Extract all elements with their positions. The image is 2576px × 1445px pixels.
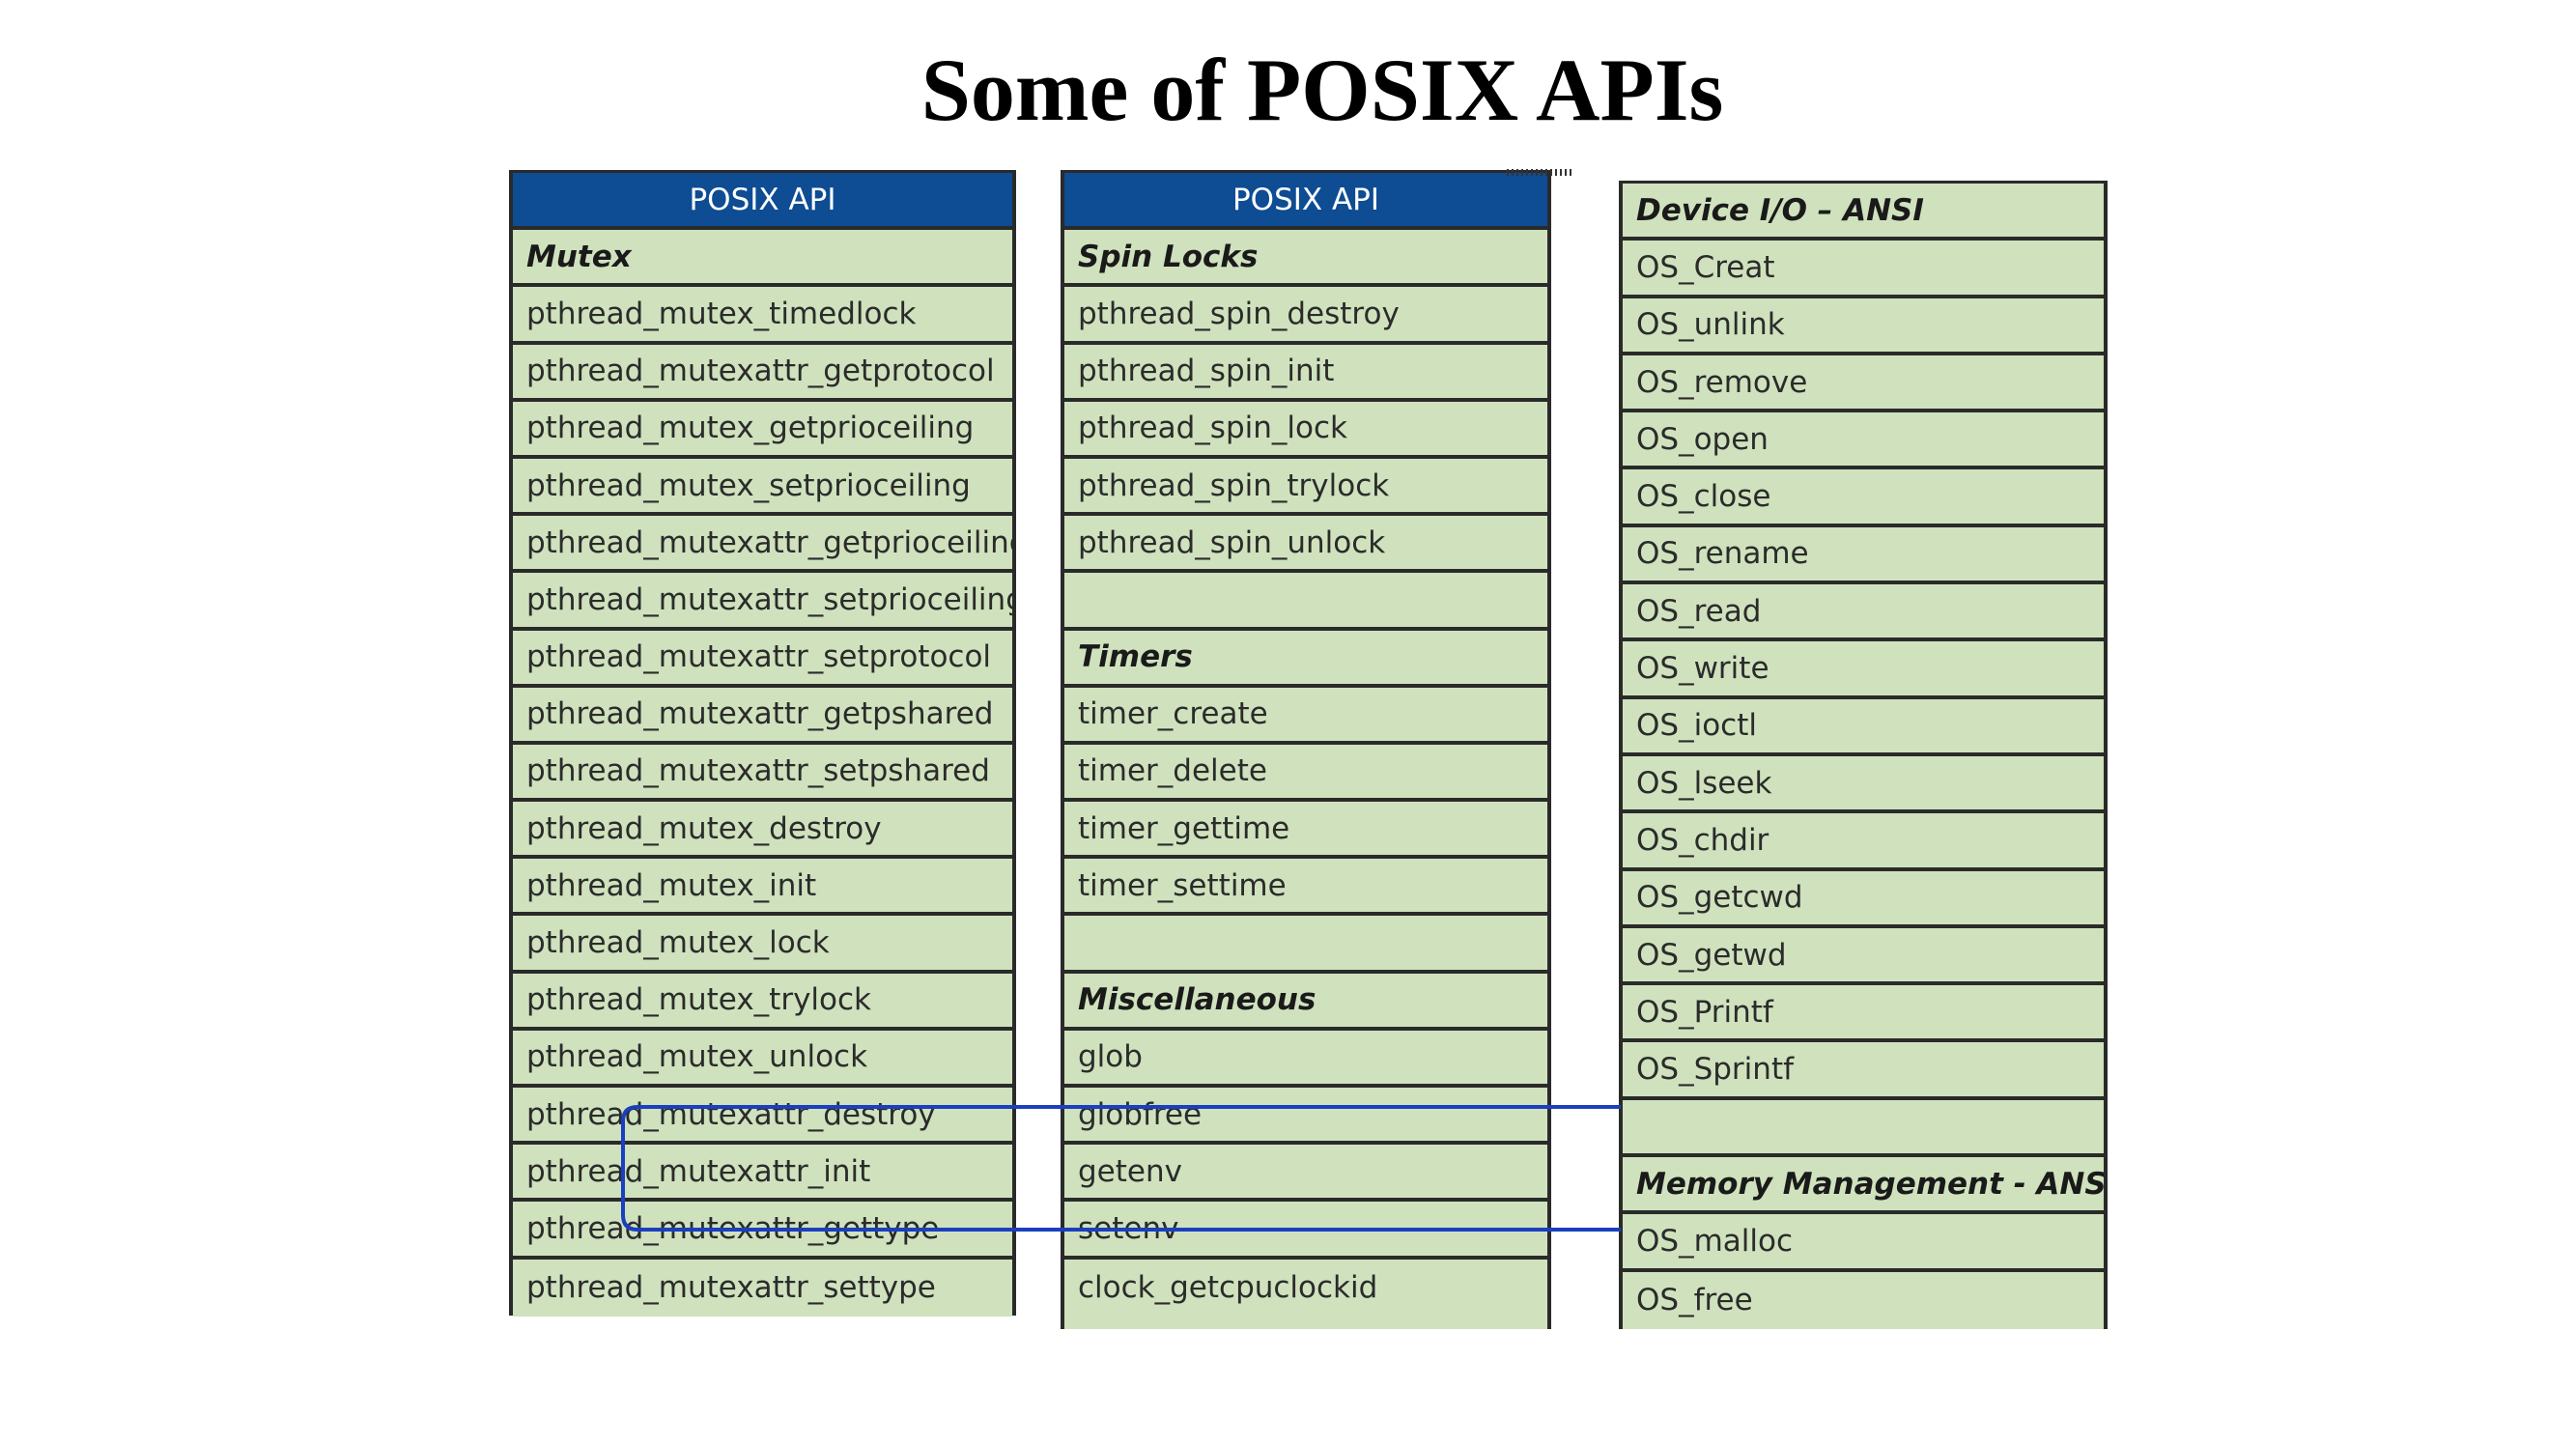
api-row: OS_lseek <box>1623 755 2104 814</box>
api-row: pthread_mutexattr_destroy <box>513 1088 1012 1146</box>
section-heading: Miscellaneous <box>1064 973 1547 1031</box>
api-row: pthread_spin_init <box>1064 344 1547 402</box>
api-row: timer_gettime <box>1064 802 1547 860</box>
api-row: OS_write <box>1623 641 2104 699</box>
api-row: pthread_mutex_init <box>513 859 1012 917</box>
api-row: pthread_spin_destroy <box>1064 287 1547 345</box>
api-row: pthread_mutexattr_setprotocol <box>513 630 1012 688</box>
section-heading: Timers <box>1064 630 1547 688</box>
api-row: pthread_spin_lock <box>1064 401 1547 459</box>
api-row: OS_ioctl <box>1623 698 2104 756</box>
api-row: OS_remove <box>1623 354 2104 413</box>
slide-title: Some of POSIX APIs <box>920 41 1724 139</box>
api-row: pthread_mutex_unlock <box>513 1030 1012 1088</box>
api-row: OS_unlink <box>1623 298 2104 355</box>
api-row: timer_delete <box>1064 744 1547 803</box>
dotted-decoration <box>1507 169 1574 176</box>
table-header: POSIX API <box>513 173 1012 231</box>
section-heading: Mutex <box>513 230 1012 288</box>
api-row: OS_getwd <box>1623 927 2104 986</box>
api-row: pthread_mutex_setprioceiling <box>513 458 1012 517</box>
api-row: OS_rename <box>1623 526 2104 585</box>
api-row: pthread_mutexattr_getprotocol <box>513 344 1012 402</box>
api-row: timer_create <box>1064 687 1547 745</box>
api-row: pthread_mutex_getprioceiling <box>513 401 1012 459</box>
api-row: OS_read <box>1623 584 2104 642</box>
api-row: OS_Creat <box>1623 241 2104 298</box>
api-row: OS_Sprintf <box>1623 1042 2104 1100</box>
api-row: OS_malloc <box>1623 1214 2104 1272</box>
api-row: pthread_mutex_timedlock <box>513 287 1012 345</box>
api-row: pthread_mutexattr_setpshared <box>513 744 1012 803</box>
api-row: getenv <box>1064 1145 1547 1203</box>
api-row: OS_Printf <box>1623 985 2104 1043</box>
posix-misc-table: POSIX API Spin Locks pthread_spin_destroy p… <box>1061 170 1551 1329</box>
api-row: pthread_mutexattr_settype <box>513 1259 1012 1317</box>
empty-row <box>1064 573 1547 631</box>
empty-row <box>1623 1099 2104 1158</box>
ansi-io-table: Device I/O – ANSI OS_Creat OS_unlink OS_rem… <box>1619 181 2108 1329</box>
api-row: pthread_spin_trylock <box>1064 458 1547 517</box>
api-row: setenv <box>1064 1202 1547 1260</box>
api-row: pthread_mutexattr_getpshared <box>513 687 1012 745</box>
api-row: pthread_mutex_trylock <box>513 973 1012 1031</box>
section-heading: Device I/O – ANSI <box>1623 184 2104 241</box>
api-row: pthread_mutex_destroy <box>513 802 1012 860</box>
api-row: globfree <box>1064 1088 1547 1146</box>
section-heading: Memory Management - ANSI <box>1623 1157 2104 1215</box>
api-row: OS_getcwd <box>1623 870 2104 928</box>
api-row: pthread_mutexattr_gettype <box>513 1202 1012 1260</box>
section-heading: Spin Locks <box>1064 230 1547 288</box>
api-row: clock_getcpuclockid <box>1064 1259 1547 1317</box>
api-row: glob <box>1064 1030 1547 1088</box>
api-row: pthread_mutexattr_init <box>513 1145 1012 1203</box>
api-row: OS_chdir <box>1623 813 2104 871</box>
api-row: OS_free <box>1623 1271 2104 1329</box>
table-header: POSIX API <box>1064 173 1547 231</box>
api-row: pthread_mutexattr_setprioceiling <box>513 573 1012 631</box>
api-row: pthread_mutexattr_getprioceiling <box>513 516 1012 574</box>
api-row: pthread_spin_unlock <box>1064 516 1547 574</box>
api-row: pthread_mutex_lock <box>513 916 1012 974</box>
empty-row <box>1064 916 1547 974</box>
api-row: OS_open <box>1623 412 2104 470</box>
api-row: timer_settime <box>1064 859 1547 917</box>
posix-mutex-table: POSIX API Mutex pthread_mutex_timedlock pth… <box>509 170 1016 1317</box>
api-row: OS_close <box>1623 469 2104 527</box>
